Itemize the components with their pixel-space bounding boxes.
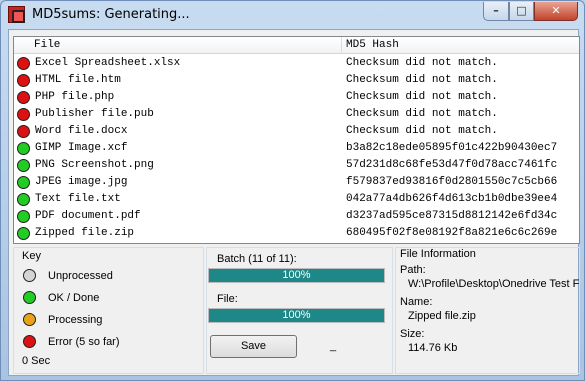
- batch-label: Batch (11 of 11):: [217, 253, 297, 265]
- md5-hash-cell: d3237ad595ce87315d8812142e6fd34c: [346, 210, 558, 222]
- client-area: File MD5 Hash Excel Spreadsheet.xlsx Chec…: [8, 29, 580, 376]
- batch-progress-bar: 100%: [208, 268, 385, 283]
- file-name-cell: HTML file.htm: [35, 74, 121, 86]
- file-name-cell: PDF document.pdf: [35, 210, 141, 222]
- green-circle-icon: [17, 159, 30, 172]
- key-label: Unprocessed: [48, 270, 113, 282]
- list-header: File MD5 Hash: [14, 37, 579, 54]
- list-item[interactable]: Word file.docx Checksum did not match.: [14, 123, 579, 140]
- list-item[interactable]: Excel Spreadsheet.xlsx Checksum did not m…: [14, 55, 579, 72]
- md5-hash-cell: 042a77a4db626f4d613cb1b0dbe39ee4: [346, 193, 558, 205]
- file-name-cell: Text file.txt: [35, 193, 121, 205]
- key-label: Error (5 so far): [48, 336, 120, 348]
- red-circle-icon: [17, 74, 30, 87]
- size-value: 114.76 Kb: [408, 342, 458, 354]
- name-value: Zipped file.zip: [408, 310, 476, 322]
- file-name-cell: Publisher file.pub: [35, 108, 154, 120]
- green-circle-icon: [17, 142, 30, 155]
- red-circle-icon: [17, 91, 30, 104]
- column-header-file[interactable]: File: [30, 37, 342, 54]
- key-title: Key: [20, 250, 43, 262]
- green-circle-icon: [23, 291, 36, 304]
- md5sums-window: MD5sums: Generating... – □ ✕ File MD5 Ha…: [0, 0, 585, 381]
- title-bar[interactable]: MD5sums: Generating... – □ ✕: [1, 1, 584, 29]
- red-circle-icon: [17, 108, 30, 121]
- key-panel: Key Unprocessed OK / Done Processing Err…: [13, 247, 204, 374]
- file-name-cell: PHP file.php: [35, 91, 115, 103]
- name-label: Name:: [400, 296, 433, 308]
- minimize-button[interactable]: –: [483, 2, 509, 21]
- list-item[interactable]: PHP file.php Checksum did not match.: [14, 89, 579, 106]
- status-cursor: _: [330, 340, 337, 352]
- list-item[interactable]: Zipped file.zip 680495f02f8e08192f8a821e6…: [14, 225, 579, 242]
- green-circle-icon: [17, 176, 30, 189]
- file-info-title: File Information: [398, 248, 478, 260]
- file-progress-label: File:: [217, 293, 238, 305]
- md5-hash-cell: Checksum did not match.: [346, 91, 498, 103]
- md5-hash-cell: f579837ed93816f0d2801550c7c5cb66: [346, 176, 558, 188]
- progress-panel: Batch (11 of 11): 100% File: 100% Save _: [206, 247, 393, 374]
- green-circle-icon: [17, 193, 30, 206]
- key-label: OK / Done: [48, 292, 100, 304]
- list-item[interactable]: Publisher file.pub Checksum did not match…: [14, 106, 579, 123]
- orange-circle-icon: [23, 313, 36, 326]
- list-item[interactable]: Text file.txt 042a77a4db626f4d613cb1b0dbe…: [14, 191, 579, 208]
- path-value: W:\Profile\Desktop\Onedrive Test F: [408, 278, 580, 290]
- md5-hash-cell: Checksum did not match.: [346, 57, 498, 69]
- file-name-cell: PNG Screenshot.png: [35, 159, 154, 171]
- md5-hash-cell: 680495f02f8e08192f8a821e6c6c269e: [346, 227, 558, 239]
- green-circle-icon: [17, 227, 30, 240]
- green-circle-icon: [17, 210, 30, 223]
- file-name-cell: Zipped file.zip: [35, 227, 135, 239]
- elapsed-time: 0 Sec: [22, 355, 51, 367]
- app-icon[interactable]: [8, 6, 25, 23]
- list-item[interactable]: PDF document.pdf d3237ad595ce87315d881214…: [14, 208, 579, 225]
- file-name-cell: GIMP Image.xcf: [35, 142, 128, 154]
- md5-hash-cell: Checksum did not match.: [346, 74, 498, 86]
- list-body: Excel Spreadsheet.xlsx Checksum did not m…: [14, 55, 579, 242]
- save-button[interactable]: Save: [210, 335, 297, 358]
- file-progress-text: 100%: [282, 309, 311, 321]
- key-label: Processing: [48, 314, 103, 326]
- batch-progress-text: 100%: [282, 269, 311, 281]
- red-circle-icon: [23, 335, 36, 348]
- list-item[interactable]: GIMP Image.xcf b3a82c18ede05895f01c422b90…: [14, 140, 579, 157]
- gray-circle-icon: [23, 269, 36, 282]
- list-item[interactable]: JPEG image.jpg f579837ed93816f0d2801550c7…: [14, 174, 579, 191]
- size-label: Size:: [400, 328, 425, 340]
- md5-hash-cell: 57d231d8c68fe53d47f0d78acc7461fc: [346, 159, 558, 171]
- md5-hash-cell: b3a82c18ede05895f01c422b90430ec7: [346, 142, 558, 154]
- list-item[interactable]: PNG Screenshot.png 57d231d8c68fe53d47f0d7…: [14, 157, 579, 174]
- column-header-md5-hash[interactable]: MD5 Hash: [342, 37, 579, 54]
- maximize-button[interactable]: □: [509, 2, 534, 21]
- red-circle-icon: [17, 57, 30, 70]
- file-information-panel: File Information Path: W:\Profile\Deskto…: [395, 247, 580, 374]
- file-name-cell: Word file.docx: [35, 125, 128, 137]
- md5-hash-cell: Checksum did not match.: [346, 108, 498, 120]
- path-label: Path:: [400, 264, 426, 276]
- file-progress-bar: 100%: [208, 308, 385, 323]
- md5-hash-cell: Checksum did not match.: [346, 125, 498, 137]
- file-name-cell: JPEG image.jpg: [35, 176, 128, 188]
- close-button[interactable]: ✕: [534, 2, 578, 21]
- file-name-cell: Excel Spreadsheet.xlsx: [35, 57, 181, 69]
- red-circle-icon: [17, 125, 30, 138]
- file-list[interactable]: File MD5 Hash Excel Spreadsheet.xlsx Chec…: [13, 36, 580, 244]
- list-item[interactable]: HTML file.htm Checksum did not match.: [14, 72, 579, 89]
- window-title: MD5sums: Generating...: [32, 7, 190, 22]
